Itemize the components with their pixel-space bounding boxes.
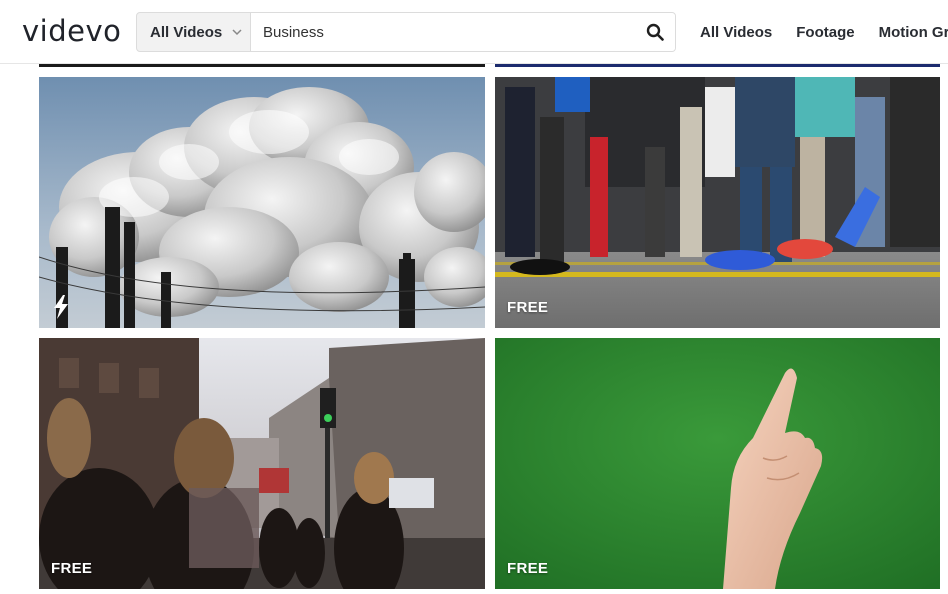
previous-row-thumbnail[interactable]: [495, 64, 940, 67]
video-thumbnail[interactable]: FREE: [495, 338, 940, 589]
search-input[interactable]: [251, 13, 635, 51]
green-screen-hand-image: [495, 338, 940, 589]
lightning-bolt-icon: [54, 295, 68, 319]
free-badge: FREE: [51, 560, 93, 577]
search-button[interactable]: [635, 13, 675, 51]
category-dropdown[interactable]: All Videos: [137, 13, 251, 51]
search-icon: [646, 23, 664, 41]
nav-all-videos[interactable]: All Videos: [700, 24, 772, 41]
video-thumbnail[interactable]: FREE: [495, 77, 940, 328]
chimney-smoke-image: [39, 77, 485, 328]
search-bar: All Videos: [136, 12, 676, 52]
video-results-grid: FREE FREE FREE: [0, 0, 948, 594]
video-thumbnail[interactable]: FREE: [39, 338, 485, 589]
previous-row-thumbnail[interactable]: [39, 64, 485, 67]
free-badge: FREE: [507, 299, 549, 316]
video-thumbnail[interactable]: [39, 77, 485, 328]
free-badge: FREE: [507, 560, 549, 577]
category-dropdown-label: All Videos: [150, 23, 223, 41]
city-pedestrians-image: [39, 338, 485, 589]
main-nav: All Videos Footage Motion Graphics: [700, 0, 948, 63]
nav-footage[interactable]: Footage: [796, 24, 854, 41]
commuters-walking-image: [495, 77, 940, 328]
videvo-logo[interactable]: videvo: [22, 13, 121, 49]
chevron-down-icon: [232, 29, 242, 36]
site-header: videvo All Videos All Videos Footage Mot…: [0, 0, 948, 64]
nav-motion-graphics[interactable]: Motion Graphics: [879, 24, 948, 41]
